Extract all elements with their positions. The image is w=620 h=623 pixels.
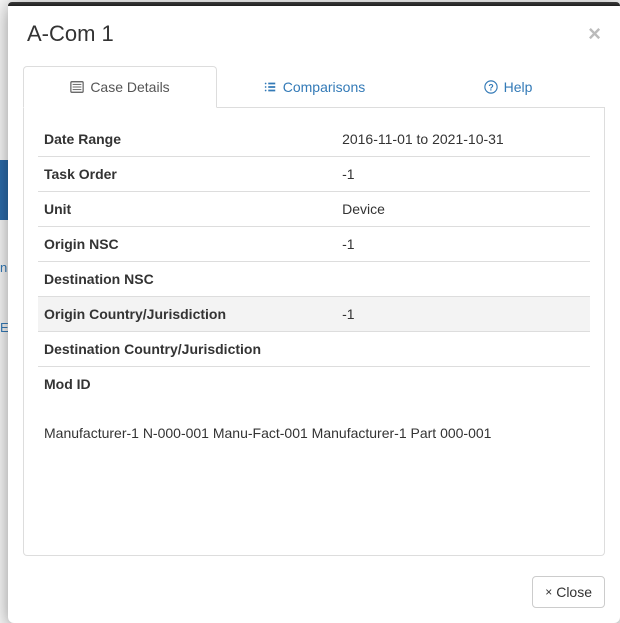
details-label: Mod ID [38, 367, 336, 402]
details-value [336, 262, 590, 297]
details-row: Date Range2016-11-01 to 2021-10-31 [38, 122, 590, 157]
details-label: Unit [38, 192, 336, 227]
details-value: -1 [336, 297, 590, 332]
details-value [336, 332, 590, 367]
details-value: 2016-11-01 to 2021-10-31 [336, 122, 590, 157]
modal-header: A-Com 1 × [23, 17, 605, 65]
modal-title: A-Com 1 [27, 21, 588, 47]
details-value: -1 [336, 157, 590, 192]
case-modal: A-Com 1 × Case Details Comparisons ? Hel… [8, 2, 620, 623]
close-button[interactable]: × Close [532, 576, 605, 608]
details-value [336, 367, 590, 402]
tab-help[interactable]: ? Help [411, 66, 605, 108]
details-label: Destination NSC [38, 262, 336, 297]
help-icon: ? [484, 80, 498, 94]
details-label: Origin Country/Jurisdiction [38, 297, 336, 332]
bg-selected-sidebar [0, 160, 8, 220]
details-label: Task Order [38, 157, 336, 192]
modal-footer: × Close [23, 556, 605, 608]
details-label: Origin NSC [38, 227, 336, 262]
svg-text:?: ? [488, 83, 493, 93]
close-button-label: Close [556, 584, 592, 600]
details-row: Mod ID [38, 367, 590, 402]
tab-case-details-label: Case Details [90, 79, 169, 95]
details-value: Device [336, 192, 590, 227]
mod-description: Manufacturer-1 N-000-001 Manu-Fact-001 M… [38, 425, 590, 441]
close-icon: × [545, 585, 552, 599]
details-row: Origin Country/Jurisdiction-1 [38, 297, 590, 332]
list-icon [70, 80, 84, 94]
list-ol-icon [263, 80, 277, 94]
details-row: UnitDevice [38, 192, 590, 227]
details-label: Destination Country/Jurisdiction [38, 332, 336, 367]
case-details-panel: Date Range2016-11-01 to 2021-10-31Task O… [23, 108, 605, 556]
details-row: Destination NSC [38, 262, 590, 297]
details-row: Origin NSC-1 [38, 227, 590, 262]
details-label: Date Range [38, 122, 336, 157]
details-row: Destination Country/Jurisdiction [38, 332, 590, 367]
details-table: Date Range2016-11-01 to 2021-10-31Task O… [38, 122, 590, 401]
details-row: Task Order-1 [38, 157, 590, 192]
tab-case-details[interactable]: Case Details [23, 66, 217, 108]
tab-comparisons-label: Comparisons [283, 79, 365, 95]
modal-close-x[interactable]: × [588, 23, 601, 45]
details-value: -1 [336, 227, 590, 262]
tabs: Case Details Comparisons ? Help [23, 65, 605, 108]
tab-comparisons[interactable]: Comparisons [217, 66, 411, 108]
bg-left-link-1: n [0, 260, 7, 275]
tab-help-label: Help [504, 79, 533, 95]
